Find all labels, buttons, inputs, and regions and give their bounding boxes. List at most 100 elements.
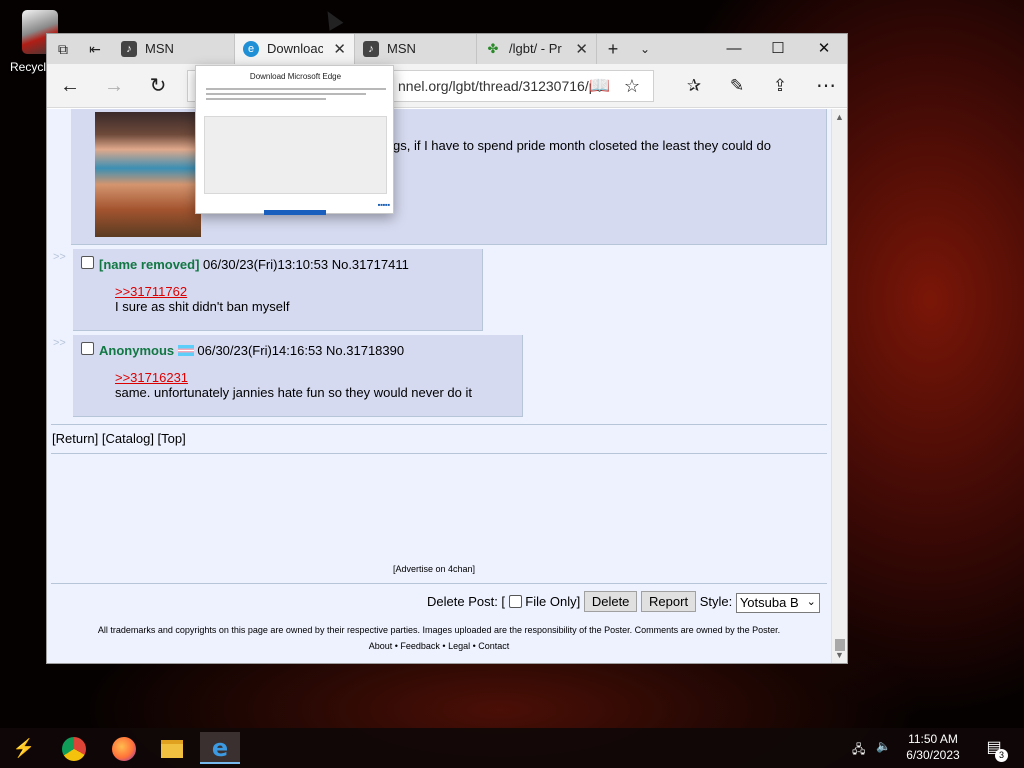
preview-license-box <box>204 116 387 194</box>
post-datetime: 06/30/23(Fri)14:16:53 <box>197 343 323 358</box>
scroll-up-icon[interactable]: ▲ <box>835 112 844 122</box>
post-select-checkbox[interactable] <box>81 342 94 355</box>
op-thumbnail[interactable] <box>95 112 201 237</box>
scroll-down-icon[interactable]: ▼ <box>835 650 844 660</box>
tab-actions-icon[interactable]: ⧉ <box>53 39 73 59</box>
network-icon[interactable]: 🖧 <box>852 740 865 761</box>
top-link[interactable]: Top <box>161 431 182 446</box>
vertical-scrollbar[interactable]: ▲ ▼ <box>831 109 847 663</box>
start-icon[interactable]: ⚡ <box>4 732 44 764</box>
post-message: same. unfortunately jannies hate fun so … <box>115 385 472 400</box>
tab-msn-2[interactable]: ♪ MSN <box>355 34 477 64</box>
preview-text-line <box>206 98 326 100</box>
minimize-button[interactable]: — <box>711 34 757 64</box>
chevron-down-icon[interactable]: ⌄ <box>635 39 655 59</box>
clock-time: 11:50 AM <box>908 732 958 746</box>
catalog-link[interactable]: Catalog <box>106 431 151 446</box>
set-aside-tabs-icon[interactable]: ⇤ <box>85 39 105 59</box>
divider <box>51 424 827 425</box>
notification-center-icon[interactable]: ▤ 3 <box>980 734 1008 762</box>
mouse-cursor <box>320 7 344 31</box>
msn-icon: ♪ <box>363 41 379 57</box>
about-link[interactable]: About <box>369 641 393 651</box>
close-window-button[interactable]: ✕ <box>801 34 847 64</box>
reply-arrows: >> <box>53 337 66 349</box>
return-link[interactable]: Return <box>56 431 95 446</box>
style-label: Style: <box>699 594 733 609</box>
close-tab-icon[interactable]: ✕ <box>333 40 346 58</box>
post-header: Anonymous 06/30/23(Fri)14:16:53 No.31718… <box>99 343 404 358</box>
file-explorer-icon[interactable] <box>152 732 192 764</box>
file-only-label: File Only] <box>525 594 581 609</box>
poster-name: [name removed] <box>99 257 200 272</box>
post-header: [name removed] 06/30/23(Fri)13:10:53 No.… <box>99 257 409 272</box>
delete-button[interactable]: Delete <box>583 591 638 612</box>
tab-msn-1[interactable]: ♪ MSN <box>113 34 235 64</box>
4chan-clover-icon: ✤ <box>487 41 499 56</box>
reply-post: [name removed] 06/30/23(Fri)13:10:53 No.… <box>73 249 483 331</box>
chevron-down-icon: ⌄ <box>806 595 816 608</box>
edge-icon: e <box>243 41 259 57</box>
taskbar: ⚡ e 🖧 🔈 11:50 AM 6/30/2023 ▤ 3 <box>0 728 1024 768</box>
new-tab-icon[interactable]: + <box>603 39 623 59</box>
reading-view-icon[interactable]: 📖 <box>585 72 615 100</box>
forward-icon[interactable]: → <box>99 72 129 100</box>
more-menu-icon[interactable]: ⋯ <box>811 72 841 100</box>
op-post: gs, if I have to spend pride month close… <box>71 109 827 245</box>
tab-download-edge[interactable]: e Downloac ✕ <box>235 34 355 64</box>
tab-bar: ⧉ ⇤ ♪ MSN e Downloac ✕ ♪ MSN ✤ /lgbt/ - … <box>47 34 847 64</box>
page-content: gs, if I have to spend pride month close… <box>47 109 831 663</box>
thread-nav: [Return] [Catalog] [Top] <box>52 431 186 446</box>
post-number[interactable]: No.31718390 <box>326 343 404 358</box>
quote-link[interactable]: >>31716231 <box>115 370 188 385</box>
reply-post: Anonymous 06/30/23(Fri)14:16:53 No.31718… <box>73 335 523 417</box>
preview-text-line <box>206 88 386 90</box>
post-select-checkbox[interactable] <box>81 256 94 269</box>
delete-post-controls: Delete Post: [ File Only] Delete Report … <box>427 591 820 613</box>
preview-download-button <box>264 210 326 215</box>
firefox-icon[interactable] <box>104 732 144 764</box>
flag-icon <box>177 345 194 356</box>
navigation-bar: ← → ↻ ⌂ nnel.org/lgbt/thread/31230716/p … <box>47 64 847 108</box>
quote-link[interactable]: >>31711762 <box>115 284 187 299</box>
pen-notes-icon[interactable]: ✎ <box>722 72 752 100</box>
preview-privacy-link: ■■■■■ <box>377 202 390 207</box>
post-number[interactable]: No.31717411 <box>332 257 409 272</box>
maximize-button[interactable]: ☐ <box>755 34 801 64</box>
tab-lgbt[interactable]: ✤ /lgbt/ - Pr ✕ <box>477 34 597 64</box>
back-icon[interactable]: ← <box>55 72 85 100</box>
footer-disclaimer: All trademarks and copyrights on this pa… <box>97 625 781 635</box>
notification-count: 3 <box>995 749 1008 762</box>
browser-window: ⧉ ⇤ ♪ MSN e Downloac ✕ ♪ MSN ✤ /lgbt/ - … <box>46 33 848 664</box>
legal-link[interactable]: Legal <box>448 641 470 651</box>
reply-arrows: >> <box>53 251 66 263</box>
favorites-hub-icon[interactable]: ✰ <box>679 72 709 100</box>
refresh-icon[interactable]: ↻ <box>143 72 173 100</box>
close-tab-icon[interactable]: ✕ <box>575 40 588 58</box>
popup-title: Download Microsoft Edge <box>249 72 342 81</box>
style-select[interactable]: Yotsuba B ⌄ <box>735 592 820 613</box>
clock-date: 6/30/2023 <box>906 748 960 762</box>
op-message: gs, if I have to spend pride month close… <box>393 138 771 153</box>
msn-icon: ♪ <box>121 41 137 57</box>
preview-text-line <box>206 93 366 95</box>
volume-icon[interactable]: 🔈 <box>876 739 891 753</box>
post-message: I sure as shit didn't ban myself <box>115 299 290 314</box>
delete-post-label: Delete Post: [ <box>427 594 506 609</box>
contact-link[interactable]: Contact <box>478 641 509 651</box>
favorite-star-icon[interactable]: ☆ <box>617 72 647 100</box>
divider <box>51 453 827 454</box>
chrome-icon[interactable] <box>54 732 94 764</box>
post-datetime: 06/30/23(Fri)13:10:53 <box>203 257 329 272</box>
file-only-checkbox[interactable] <box>508 595 522 608</box>
share-icon[interactable]: ⇪ <box>765 72 795 100</box>
clock[interactable]: 11:50 AM 6/30/2023 <box>900 731 966 763</box>
tab-preview-popup[interactable]: Download Microsoft Edge ■■■■■ <box>195 65 394 215</box>
report-button[interactable]: Report <box>641 591 697 612</box>
poster-name: Anonymous <box>99 343 175 358</box>
advertise-link[interactable]: [Advertise on 4chan] <box>393 564 475 574</box>
edge-taskbar-icon[interactable]: e <box>200 732 240 764</box>
footer-links: About • Feedback • Legal • Contact <box>368 641 510 651</box>
divider <box>51 583 827 584</box>
feedback-link[interactable]: Feedback <box>400 641 440 651</box>
